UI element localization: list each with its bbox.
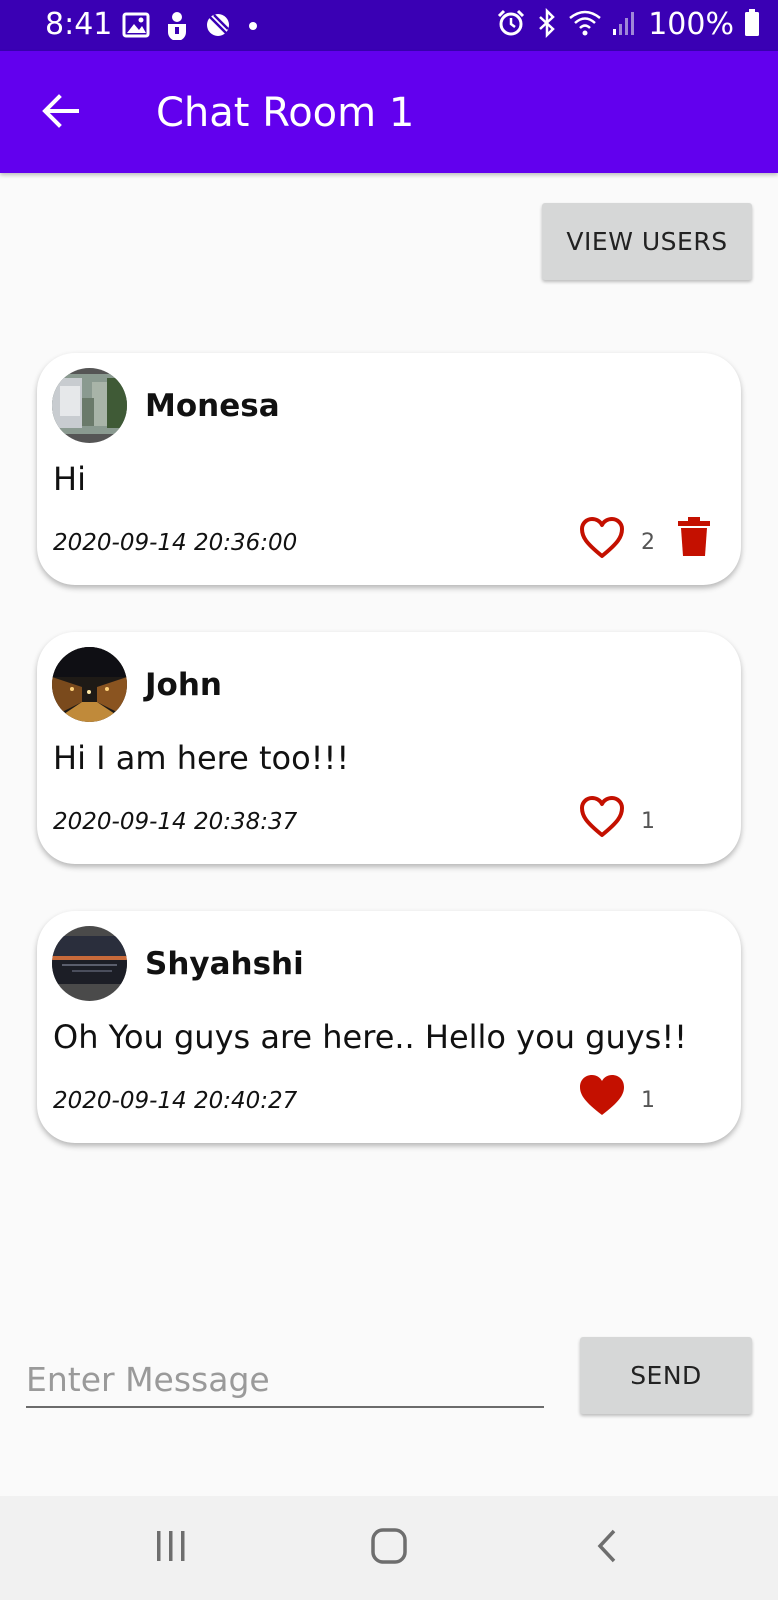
message-author: Monesa [145,388,280,424]
message-text: Hi [53,460,86,498]
notification-dot-icon [246,18,260,37]
message-author: John [145,667,222,703]
heart-outline-icon [579,517,625,564]
like-count: 2 [641,530,655,555]
battery-icon [744,8,760,42]
system-nav-bar [0,1496,778,1600]
message-card: John Hi I am here too!!! 2020-09-14 20:3… [37,632,741,864]
message-card: Monesa Hi 2020-09-14 20:36:00 2 [37,353,741,585]
signal-icon [612,9,638,41]
avatar [52,368,127,443]
heart-outline-icon [579,796,625,843]
send-button[interactable]: SEND [580,1337,752,1414]
delete-button[interactable] [677,516,711,558]
arrow-back-icon [41,94,79,132]
view-users-button[interactable]: VIEW USERS [542,203,752,280]
message-input[interactable] [26,1352,544,1408]
like-count: 1 [641,1088,655,1113]
heart-filled-icon [579,1075,625,1122]
recent-apps-button[interactable] [141,1518,201,1578]
back-nav-button[interactable] [577,1518,637,1578]
trash-icon [677,517,711,562]
status-bar: 8:41 100% [0,0,778,51]
back-nav-icon [592,1526,622,1570]
message-author: Shyahshi [145,946,304,982]
message-card: Shyahshi Oh You guys are here.. Hello yo… [37,911,741,1143]
android-debug-icon [164,10,190,44]
avatar [52,926,127,1001]
data-saver-icon [204,11,232,43]
like-button[interactable] [579,795,625,839]
alarm-icon [496,8,526,42]
like-button[interactable] [579,1074,625,1118]
status-time: 8:41 [45,7,113,42]
home-button[interactable] [359,1518,419,1578]
app-bar: Chat Room 1 [0,51,778,173]
battery-percent: 100% [648,7,734,42]
page-title: Chat Room 1 [156,90,415,136]
message-timestamp: 2020-09-14 20:40:27 [53,1088,298,1114]
status-right-icons: 100% [496,6,760,44]
recent-apps-icon [153,1528,189,1568]
bluetooth-icon [536,7,558,42]
avatar [52,647,127,722]
message-timestamp: 2020-09-14 20:36:00 [53,530,298,556]
status-left-icons [122,10,260,44]
message-timestamp: 2020-09-14 20:38:37 [53,809,298,835]
message-text: Oh You guys are here.. Hello you guys!! [53,1018,687,1056]
like-count: 1 [641,809,655,834]
image-icon [122,12,150,42]
message-text: Hi I am here too!!! [53,739,350,777]
like-button[interactable] [579,516,625,560]
home-icon [369,1526,409,1570]
back-button[interactable] [30,83,90,143]
wifi-icon [568,9,602,41]
